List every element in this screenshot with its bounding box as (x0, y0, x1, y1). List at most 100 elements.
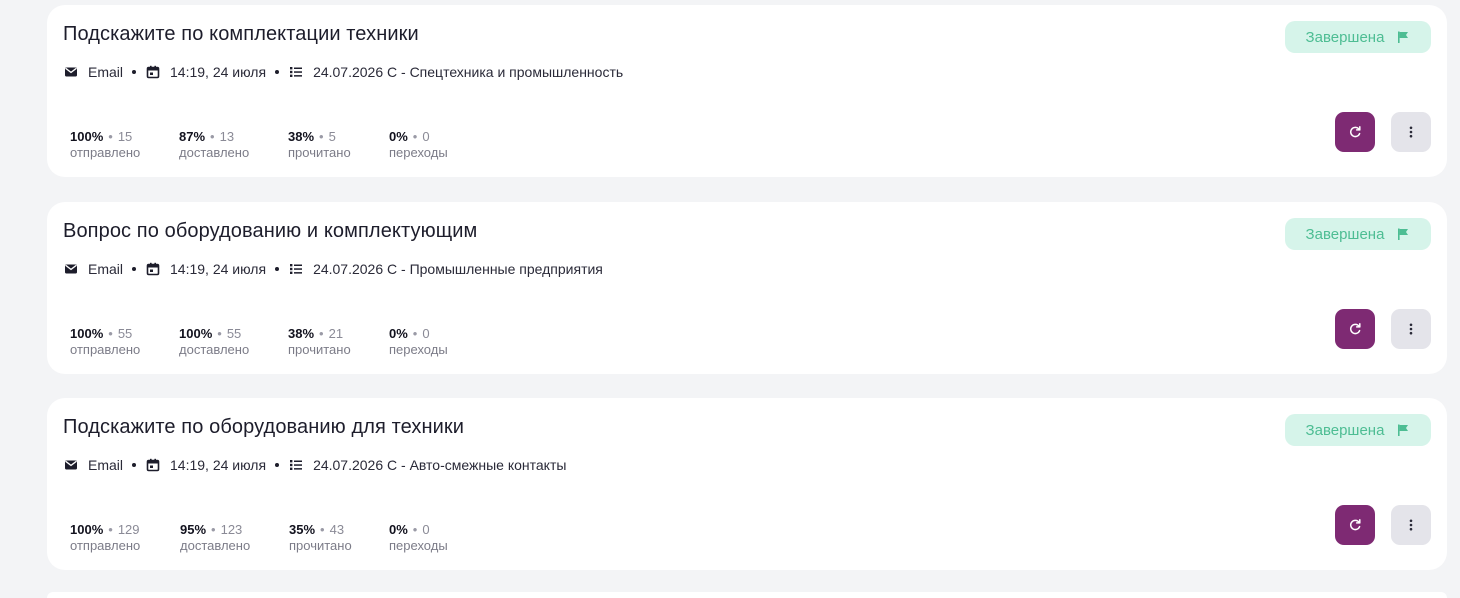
stat-label: переходы (389, 538, 448, 553)
meta-separator (275, 267, 280, 271)
stat-delivered: 100% • 55 доставлено (179, 326, 250, 357)
list-icon (289, 262, 303, 276)
status-badge: Завершена (1285, 414, 1431, 446)
stat-clicks: 0% • 0 переходы (389, 129, 448, 160)
meta-separator (132, 267, 137, 271)
stat-sent: 100% • 15 отправлено (70, 129, 141, 160)
campaign-title[interactable]: Подскажите по оборудованию для техники (63, 416, 464, 439)
stat-sent: 100% • 55 отправлено (70, 326, 141, 357)
campaign-datetime: 14:19, 24 июля (170, 457, 267, 473)
list-icon (289, 458, 303, 472)
stat-count: 13 (219, 129, 235, 144)
campaign-list-name[interactable]: 24.07.2026 С - Авто-смежные контакты (313, 457, 566, 473)
refresh-icon (1348, 518, 1362, 532)
stat-read: 38% • 21 прочитано (288, 326, 351, 357)
stat-count: 5 (328, 129, 336, 144)
stat-count: 55 (226, 326, 242, 341)
campaign-card[interactable]: Подскажите по комплектации техники Email… (47, 5, 1447, 177)
status-label: Завершена (1305, 421, 1385, 439)
stat-delivered: 87% • 13 доставлено (179, 129, 250, 160)
stat-label: доставлено (179, 145, 250, 160)
stat-clicks: 0% • 0 переходы (389, 522, 448, 553)
meta-separator (275, 70, 280, 74)
meta-separator (132, 70, 137, 74)
stat-count: 55 (117, 326, 133, 341)
stat-count: 15 (117, 129, 133, 144)
status-label: Завершена (1305, 28, 1385, 46)
campaign-list-name[interactable]: 24.07.2026 С - Спецтехника и промышленно… (313, 64, 623, 80)
stat-percent: 0% (389, 522, 408, 537)
stat-label: прочитано (288, 145, 351, 160)
campaign-card[interactable]: Подскажите по оборудованию для техники E… (47, 398, 1447, 570)
calendar-icon (146, 65, 160, 79)
meta-separator (132, 463, 137, 467)
stat-percent: 87% (179, 129, 206, 144)
campaign-channel: Email (88, 261, 124, 277)
stat-percent: 38% (288, 129, 315, 144)
envelope-icon (64, 65, 78, 79)
stat-percent: 38% (288, 326, 315, 341)
more-options-button[interactable] (1391, 309, 1431, 349)
flag-icon (1396, 30, 1410, 44)
more-options-button[interactable] (1391, 505, 1431, 545)
stat-label: переходы (389, 145, 448, 160)
campaign-list-name[interactable]: 24.07.2026 С - Промышленные предприятия (313, 261, 603, 277)
stat-percent: 100% (70, 326, 104, 341)
stat-label: прочитано (288, 342, 351, 357)
stat-count: 43 (329, 522, 345, 537)
campaign-list: Подскажите по комплектации техники Email… (0, 0, 1460, 598)
campaign-datetime: 14:19, 24 июля (170, 261, 267, 277)
campaign-meta: Email 14:19, 24 июля 24.07.2026 С - Спец… (64, 63, 623, 81)
stat-count: 129 (117, 522, 140, 537)
stat-percent: 100% (70, 129, 104, 144)
stat-percent: 0% (389, 326, 408, 341)
stat-label: отправлено (70, 145, 141, 160)
stat-percent: 100% (179, 326, 213, 341)
stat-clicks: 0% • 0 переходы (389, 326, 448, 357)
more-vertical-icon (1404, 518, 1418, 532)
flag-icon (1396, 423, 1410, 437)
restart-campaign-button[interactable] (1335, 112, 1375, 152)
refresh-icon (1348, 322, 1362, 336)
stat-label: доставлено (180, 538, 251, 553)
stat-read: 35% • 43 прочитано (289, 522, 352, 553)
campaign-datetime: 14:19, 24 июля (170, 64, 267, 80)
status-label: Завершена (1305, 225, 1385, 243)
stat-count: 0 (422, 129, 430, 144)
stat-label: отправлено (70, 342, 141, 357)
calendar-icon (146, 262, 160, 276)
more-vertical-icon (1404, 125, 1418, 139)
stat-percent: 95% (180, 522, 207, 537)
envelope-icon (64, 262, 78, 276)
campaign-meta: Email 14:19, 24 июля 24.07.2026 С - Авто… (64, 456, 566, 474)
campaign-card-partial[interactable] (47, 592, 1447, 598)
status-badge: Завершена (1285, 218, 1431, 250)
envelope-icon (64, 458, 78, 472)
campaign-card[interactable]: Вопрос по оборудованию и комплектующим E… (47, 202, 1447, 374)
campaign-title[interactable]: Подскажите по комплектации техники (63, 23, 419, 46)
stat-count: 0 (422, 326, 430, 341)
stat-delivered: 95% • 123 доставлено (180, 522, 251, 553)
stat-percent: 35% (289, 522, 316, 537)
refresh-icon (1348, 125, 1362, 139)
restart-campaign-button[interactable] (1335, 505, 1375, 545)
stat-label: переходы (389, 342, 448, 357)
stat-read: 38% • 5 прочитано (288, 129, 351, 160)
stat-count: 0 (422, 522, 430, 537)
more-options-button[interactable] (1391, 112, 1431, 152)
more-vertical-icon (1404, 322, 1418, 336)
campaign-title[interactable]: Вопрос по оборудованию и комплектующим (63, 220, 477, 243)
flag-icon (1396, 227, 1410, 241)
status-badge: Завершена (1285, 21, 1431, 53)
stat-label: прочитано (289, 538, 352, 553)
restart-campaign-button[interactable] (1335, 309, 1375, 349)
stat-count: 123 (220, 522, 243, 537)
stat-sent: 100% • 129 отправлено (70, 522, 141, 553)
campaign-channel: Email (88, 457, 124, 473)
campaign-channel: Email (88, 64, 124, 80)
list-icon (289, 65, 303, 79)
calendar-icon (146, 458, 160, 472)
meta-separator (275, 463, 280, 467)
stat-label: отправлено (70, 538, 141, 553)
stat-percent: 100% (70, 522, 104, 537)
